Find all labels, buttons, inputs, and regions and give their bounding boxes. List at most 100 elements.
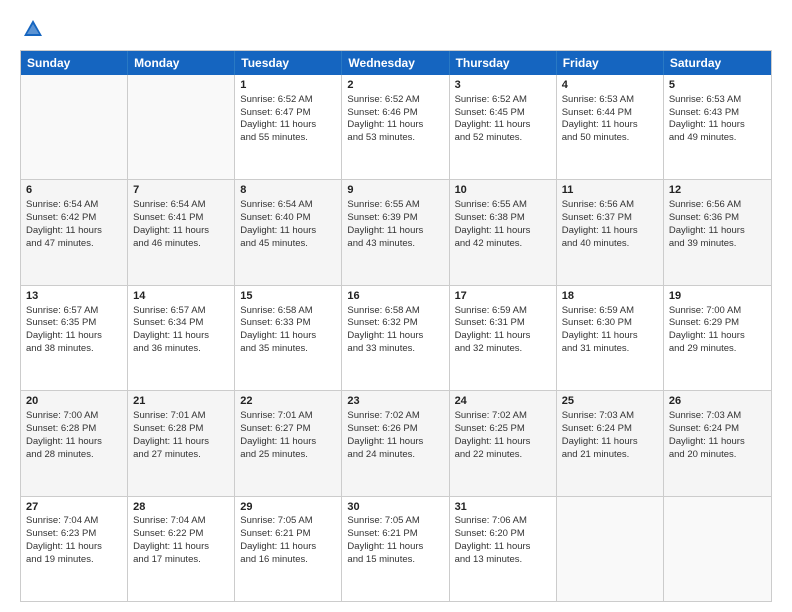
day-number: 31	[455, 500, 551, 515]
page: SundayMondayTuesdayWednesdayThursdayFrid…	[0, 0, 792, 612]
day-info-line: Sunset: 6:34 PM	[133, 317, 229, 330]
calendar-cell-r2c5: 18Sunrise: 6:59 AMSunset: 6:30 PMDayligh…	[557, 286, 664, 390]
calendar-cell-r4c1: 28Sunrise: 7:04 AMSunset: 6:22 PMDayligh…	[128, 497, 235, 601]
day-info-line: and 42 minutes.	[455, 238, 551, 251]
day-info-line: Sunrise: 6:52 AM	[240, 94, 336, 107]
day-info-line: Daylight: 11 hours	[347, 225, 443, 238]
day-info-line: Daylight: 11 hours	[455, 330, 551, 343]
calendar-row-4: 27Sunrise: 7:04 AMSunset: 6:23 PMDayligh…	[21, 496, 771, 601]
day-info-line: and 50 minutes.	[562, 132, 658, 145]
day-info-line: Sunset: 6:42 PM	[26, 212, 122, 225]
calendar-cell-r3c2: 22Sunrise: 7:01 AMSunset: 6:27 PMDayligh…	[235, 391, 342, 495]
calendar-cell-r4c5	[557, 497, 664, 601]
header-day-saturday: Saturday	[664, 51, 771, 75]
day-number: 21	[133, 394, 229, 409]
calendar-header: SundayMondayTuesdayWednesdayThursdayFrid…	[21, 51, 771, 75]
day-info-line: Sunset: 6:29 PM	[669, 317, 766, 330]
day-info-line: Sunrise: 6:56 AM	[562, 199, 658, 212]
day-info-line: Daylight: 11 hours	[347, 436, 443, 449]
calendar-row-1: 6 Sunrise: 6:54 AM Sunset: 6:42 PM Daylight…	[21, 179, 771, 284]
day-number: 1	[240, 78, 336, 93]
day-info-line: Daylight: 11 hours	[26, 541, 122, 554]
day-number: 14	[133, 289, 229, 304]
day-info-line: and 21 minutes.	[562, 449, 658, 462]
day-info-line: Daylight: 11 hours	[133, 541, 229, 554]
day-info-line: Sunset: 6:33 PM	[240, 317, 336, 330]
day-info-line: Sunset: 6:40 PM	[240, 212, 336, 225]
day-info-line: Sunrise: 7:02 AM	[455, 410, 551, 423]
day-info-line: Sunrise: 7:03 AM	[562, 410, 658, 423]
day-info-line: Daylight: 11 hours	[562, 436, 658, 449]
day-number: 18	[562, 289, 658, 304]
calendar-row-2: 13Sunrise: 6:57 AMSunset: 6:35 PMDayligh…	[21, 285, 771, 390]
day-number: 27	[26, 500, 122, 515]
day-number: 11	[562, 183, 658, 198]
calendar-cell-r4c0: 27Sunrise: 7:04 AMSunset: 6:23 PMDayligh…	[21, 497, 128, 601]
day-number: 30	[347, 500, 443, 515]
calendar: SundayMondayTuesdayWednesdayThursdayFrid…	[20, 50, 772, 602]
day-number: 8	[240, 183, 336, 198]
calendar-cell-r3c1: 21Sunrise: 7:01 AMSunset: 6:28 PMDayligh…	[128, 391, 235, 495]
calendar-cell-r0c6: 5Sunrise: 6:53 AMSunset: 6:43 PMDaylight…	[664, 75, 771, 179]
calendar-cell-r2c2: 15Sunrise: 6:58 AMSunset: 6:33 PMDayligh…	[235, 286, 342, 390]
day-number: 25	[562, 394, 658, 409]
day-info-line: and 25 minutes.	[240, 449, 336, 462]
day-info-line: Sunrise: 6:57 AM	[26, 305, 122, 318]
day-info-line: Sunset: 6:21 PM	[240, 528, 336, 541]
day-info-line: Daylight: 11 hours	[455, 436, 551, 449]
calendar-cell-r0c5: 4Sunrise: 6:53 AMSunset: 6:44 PMDaylight…	[557, 75, 664, 179]
day-info-line: and 19 minutes.	[26, 554, 122, 567]
day-info-line: Sunrise: 6:54 AM	[133, 199, 229, 212]
day-info-line: Daylight: 11 hours	[240, 225, 336, 238]
day-info-line: Daylight: 11 hours	[133, 330, 229, 343]
day-info-line: and 49 minutes.	[669, 132, 766, 145]
day-info-line: Sunrise: 7:04 AM	[133, 515, 229, 528]
day-info-line: Sunset: 6:28 PM	[26, 423, 122, 436]
calendar-body: 1Sunrise: 6:52 AMSunset: 6:47 PMDaylight…	[21, 75, 771, 601]
day-info-line: and 36 minutes.	[133, 343, 229, 356]
header-day-friday: Friday	[557, 51, 664, 75]
day-info-line: Sunset: 6:23 PM	[26, 528, 122, 541]
day-info-line: Sunset: 6:24 PM	[562, 423, 658, 436]
calendar-cell-r1c1: 7Sunrise: 6:54 AMSunset: 6:41 PMDaylight…	[128, 180, 235, 284]
day-info-line: and 33 minutes.	[347, 343, 443, 356]
day-info-line: and 27 minutes.	[133, 449, 229, 462]
day-number: 23	[347, 394, 443, 409]
day-number: 24	[455, 394, 551, 409]
day-number: 6	[26, 183, 122, 198]
day-info-line: Daylight: 11 hours	[669, 225, 766, 238]
day-info-line: Sunrise: 6:52 AM	[347, 94, 443, 107]
day-info-line: Sunrise: 6:57 AM	[133, 305, 229, 318]
day-info-line: Sunrise: 7:01 AM	[240, 410, 336, 423]
day-info-line: Daylight: 11 hours	[669, 330, 766, 343]
day-number: 20	[26, 394, 122, 409]
day-info-line: Sunset: 6:38 PM	[455, 212, 551, 225]
calendar-cell-r3c5: 25Sunrise: 7:03 AMSunset: 6:24 PMDayligh…	[557, 391, 664, 495]
day-number: 5	[669, 78, 766, 93]
header-day-tuesday: Tuesday	[235, 51, 342, 75]
day-info-line: Sunrise: 6:54 AM	[240, 199, 336, 212]
header-day-sunday: Sunday	[21, 51, 128, 75]
day-info-line: and 28 minutes.	[26, 449, 122, 462]
day-info-line: and 17 minutes.	[133, 554, 229, 567]
day-info-line: Sunset: 6:43 PM	[669, 107, 766, 120]
day-info-line: Daylight: 11 hours	[347, 119, 443, 132]
day-info-line: Sunrise: 6:53 AM	[669, 94, 766, 107]
calendar-cell-r0c3: 2Sunrise: 6:52 AMSunset: 6:46 PMDaylight…	[342, 75, 449, 179]
header-day-monday: Monday	[128, 51, 235, 75]
day-info-line: Sunset: 6:28 PM	[133, 423, 229, 436]
calendar-cell-r1c3: 9Sunrise: 6:55 AMSunset: 6:39 PMDaylight…	[342, 180, 449, 284]
day-info-line: Daylight: 11 hours	[240, 119, 336, 132]
day-number: 29	[240, 500, 336, 515]
day-info-line: Sunrise: 7:04 AM	[26, 515, 122, 528]
day-info-line: Daylight: 11 hours	[562, 119, 658, 132]
calendar-cell-r3c6: 26Sunrise: 7:03 AMSunset: 6:24 PMDayligh…	[664, 391, 771, 495]
calendar-cell-r1c5: 11Sunrise: 6:56 AMSunset: 6:37 PMDayligh…	[557, 180, 664, 284]
day-info-line: Sunset: 6:41 PM	[133, 212, 229, 225]
day-info-line: Daylight: 11 hours	[669, 436, 766, 449]
day-number: 13	[26, 289, 122, 304]
day-info-line: Daylight: 11 hours	[240, 436, 336, 449]
day-number: 15	[240, 289, 336, 304]
logo-icon	[22, 18, 44, 40]
calendar-cell-r0c1	[128, 75, 235, 179]
